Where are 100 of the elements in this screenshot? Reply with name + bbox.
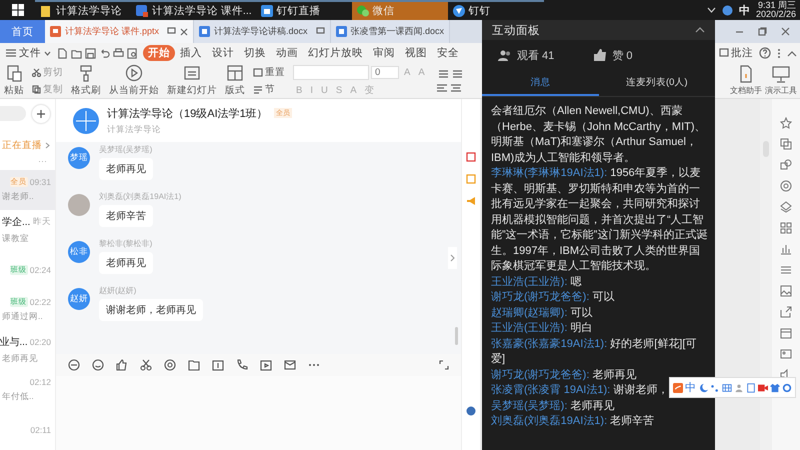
section-button[interactable]: 节: [253, 82, 285, 96]
chat-preview: 师通过网..: [2, 311, 44, 323]
menu-tab[interactable]: 幻灯片放映: [303, 45, 368, 61]
chat-preview: 课教室: [2, 233, 30, 245]
video-icon: [260, 4, 274, 18]
thumbs-up-icon[interactable]: [116, 359, 128, 371]
chat-list-item[interactable]: 学企... 昨天 课教室: [0, 210, 55, 250]
new-slide-icon: [183, 64, 201, 82]
moon-icon[interactable]: [698, 382, 708, 392]
chevron-right-icon: [450, 254, 455, 262]
scrollbar-thumb: [455, 327, 458, 345]
viewer-count: 观看 41: [517, 48, 554, 62]
menu-tab[interactable]: 审阅: [368, 45, 400, 61]
menu-tab[interactable]: 切换: [239, 45, 271, 61]
shirt-icon[interactable]: [770, 382, 780, 392]
clock-date: 2020/2/26: [756, 10, 796, 20]
target-icon[interactable]: [780, 180, 792, 192]
document-tab[interactable]: 计算法学导论讲稿.docx: [194, 20, 331, 43]
menu-tab[interactable]: 视图: [400, 45, 432, 61]
chat-subtitle: 计算法学导论: [107, 124, 162, 136]
message-bubble: 谢谢老师，老师再见: [99, 299, 203, 321]
home-tab[interactable]: 首页: [0, 20, 45, 43]
sliders-icon[interactable]: [780, 264, 792, 276]
play-from-current-icon: [125, 64, 143, 82]
align-icon[interactable]: [436, 82, 448, 92]
ime-indicator[interactable]: 中: [738, 2, 750, 18]
message-bubble: 老师辛苦: [99, 205, 153, 227]
phone-icon[interactable]: [236, 359, 248, 371]
chevron-up-icon[interactable]: [787, 50, 797, 56]
chat-message: 谢巧龙(谢巧龙爸爸): 老师再见: [491, 368, 636, 382]
like-count: 赞 0: [612, 48, 632, 62]
word-file-icon: [336, 26, 347, 37]
print-preview-icon[interactable]: [127, 48, 138, 58]
sender-name: 黎松非(黎松非): [99, 238, 153, 249]
align-icon[interactable]: [450, 82, 462, 92]
help-icon[interactable]: [759, 47, 771, 59]
play-from-current-button[interactable]: 从当前开始: [109, 64, 159, 97]
bar-chart-icon[interactable]: [780, 243, 792, 255]
expand-icon[interactable]: [439, 360, 449, 370]
new-slide-button[interactable]: 新建幻灯片: [167, 64, 217, 97]
plus-icon: [37, 110, 45, 118]
picture-icon[interactable]: [780, 348, 792, 360]
smiley-icon[interactable]: [92, 359, 104, 371]
shapes-icon[interactable]: [780, 159, 792, 171]
menu-tab[interactable]: 设计: [207, 45, 239, 61]
chat-time: 09:31: [30, 177, 51, 187]
panel-tab[interactable]: 消息: [482, 70, 598, 96]
close-icon[interactable]: [180, 28, 188, 36]
video-camera-icon[interactable]: [758, 382, 768, 392]
close-icon[interactable]: [781, 27, 790, 36]
copy-icon: [32, 84, 41, 94]
menu-tab[interactable]: 安全: [432, 45, 464, 61]
reset-button[interactable]: 重置: [253, 66, 285, 78]
stack-icon[interactable]: [780, 201, 792, 213]
word-file-icon: [199, 26, 210, 37]
presentation-tools-button[interactable]: 演示工具: [765, 65, 797, 96]
print-icon[interactable]: [113, 48, 124, 58]
font-name-field[interactable]: [293, 64, 369, 80]
scissors-icon[interactable]: [140, 359, 152, 371]
windows-start-icon[interactable]: [12, 4, 24, 16]
document-tab[interactable]: 张凌雪第一课西闻.docx: [330, 20, 450, 43]
keyboard-icon[interactable]: [722, 382, 732, 392]
panel-tab[interactable]: 连麦列表(0人): [598, 70, 715, 96]
chat-time: 02:22: [30, 297, 51, 307]
avatar: 赵妍: [68, 288, 90, 310]
panel-title: 互动面板: [492, 24, 540, 38]
mail-icon[interactable]: [284, 359, 296, 371]
paste-button[interactable]: 粘贴: [4, 64, 24, 97]
new-file-icon[interactable]: [57, 48, 68, 58]
chevron-up-icon[interactable]: [695, 27, 705, 33]
star-icon[interactable]: [780, 117, 792, 129]
open-folder-icon[interactable]: [71, 48, 82, 58]
format-painter-button[interactable]: 格式刷: [71, 64, 101, 97]
copy-icon[interactable]: [780, 138, 792, 150]
menu-tab[interactable]: 动画: [271, 45, 303, 61]
thumbs-up-icon: [594, 49, 608, 61]
font-size-field[interactable]: 0: [371, 66, 399, 78]
add-button[interactable]: [32, 104, 50, 123]
input-mode-toggle[interactable]: 中: [685, 380, 696, 395]
chat-title: 学企...: [2, 216, 30, 229]
undo-icon[interactable]: [99, 48, 110, 58]
folder-icon[interactable]: [188, 359, 200, 371]
share-icon[interactable]: [780, 306, 792, 318]
image-icon[interactable]: [780, 285, 792, 297]
chevron-down-icon[interactable]: [706, 7, 716, 13]
chat-message: 会者纽厄尔（Allen Newell,CMU)、西蒙（Herbe、麦卡锡（John McCarthy，MIT)、明斯基（MaT)和塞谬尔（Arthur Samuel，IBM)成为人工智能和领导者。: [491, 104, 707, 166]
document-helper-button[interactable]: 文档助手: [730, 65, 762, 96]
save-icon[interactable]: [85, 48, 96, 58]
menu-tab[interactable]: 插入: [175, 45, 207, 61]
file-menu[interactable]: 文件: [4, 46, 53, 60]
taskbar-item[interactable]: 微信: [352, 0, 448, 20]
punctuation-icon[interactable]: [710, 382, 720, 392]
chat-message: 谢巧龙(谢巧龙爸爸): 可以: [491, 290, 614, 305]
restore-icon[interactable]: [758, 27, 767, 36]
layout-button[interactable]: 版式: [225, 64, 245, 97]
comment-button[interactable]: 批注: [719, 46, 753, 60]
chat-message: 赵瑞卿(赵瑞卿): 可以: [491, 306, 592, 320]
grid-icon[interactable]: [780, 222, 792, 234]
document-tab[interactable]: 计算法学导论 课件.pptx: [45, 20, 194, 43]
more-vertical-icon[interactable]: [777, 48, 781, 58]
